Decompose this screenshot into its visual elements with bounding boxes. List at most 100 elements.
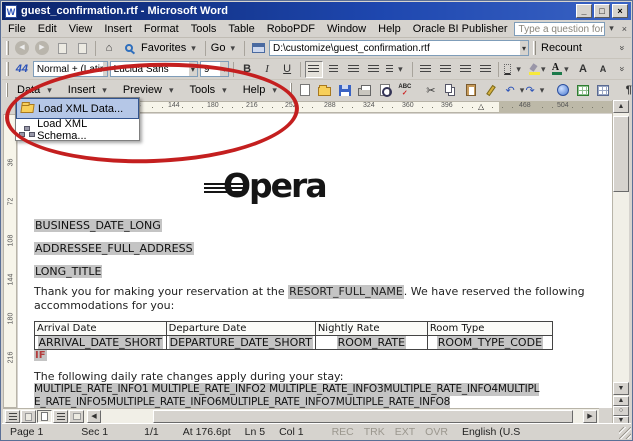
menubar-close-icon[interactable]: ×	[618, 24, 631, 34]
field-room-rate[interactable]: ROOM_RATE	[337, 336, 407, 349]
decrease-indent-button[interactable]	[456, 61, 474, 78]
menu-item-load-xml-data[interactable]: Load XML Data...	[16, 98, 139, 119]
print-layout-view-button[interactable]	[37, 410, 52, 423]
bip-insert-menu-button[interactable]: Insert▾	[63, 82, 116, 98]
vertical-scrollbar[interactable]: ▲ ▼ ▲ ○ ▼	[612, 100, 629, 425]
field-departure-date[interactable]: DEPARTURE_DATE_SHORT	[169, 336, 313, 349]
select-browse-object-button[interactable]: ○	[613, 406, 629, 416]
recount-button[interactable]: Recount	[540, 40, 583, 57]
print-preview-button[interactable]	[376, 82, 394, 99]
new-document-button[interactable]	[296, 82, 314, 99]
status-trk-toggle[interactable]: TRK	[364, 426, 385, 438]
align-center-button[interactable]	[325, 61, 343, 78]
outline-view-button[interactable]	[53, 410, 68, 423]
highlight-button[interactable]: ▾	[528, 61, 551, 78]
spelling-button[interactable]: ABC✓	[396, 82, 414, 99]
scroll-up-button[interactable]: ▲	[613, 100, 629, 113]
menu-tools[interactable]: Tools	[185, 21, 223, 37]
stop-button[interactable]	[53, 40, 71, 57]
web-layout-view-button[interactable]	[21, 410, 36, 423]
normal-view-button[interactable]	[5, 410, 20, 423]
refresh-button[interactable]	[73, 40, 91, 57]
field-long-title[interactable]: LONG_TITLE	[34, 265, 102, 278]
horizontal-scroll-thumb[interactable]	[153, 410, 573, 423]
help-question-input[interactable]: Type a question for help	[514, 22, 606, 36]
bip-tools-menu-button[interactable]: Tools▾	[184, 82, 235, 98]
insert-table-button[interactable]	[594, 82, 612, 99]
indent-marker[interactable]: △	[478, 102, 484, 111]
address-dropdown-icon[interactable]: ▾	[520, 41, 528, 55]
minimize-button[interactable]: _	[576, 4, 592, 18]
vertical-ruler[interactable]: 36 72 108 144 180 216	[3, 114, 17, 408]
cut-button[interactable]: ✂	[422, 82, 440, 99]
styles-and-formatting-button[interactable]: 44	[13, 61, 31, 78]
borders-button[interactable]: ▾	[503, 61, 526, 78]
increase-indent-button[interactable]	[476, 61, 494, 78]
address-bar[interactable]: D:\customize\guest_confirmation.rtf ▾	[269, 40, 529, 56]
favorites-button[interactable]: Favorites ▾	[140, 40, 201, 57]
show-formatting-marks-button[interactable]: ¶	[620, 82, 633, 99]
bip-help-menu-button[interactable]: Help▾	[238, 82, 286, 98]
horizontal-scrollbar[interactable]: ◀ ▶	[3, 408, 599, 424]
home-button[interactable]: ⌂	[100, 40, 118, 57]
style-select[interactable]: Normal + (Latir ▾	[33, 61, 108, 77]
search-web-button[interactable]	[120, 40, 138, 57]
status-rec-toggle[interactable]: REC	[332, 426, 354, 438]
insert-hyperlink-button[interactable]	[554, 82, 572, 99]
scroll-right-button[interactable]: ▶	[583, 410, 597, 423]
reading-layout-button[interactable]	[69, 410, 84, 423]
toolbar-options-icon[interactable]: »	[617, 41, 627, 54]
toolbar-grip[interactable]	[6, 83, 8, 97]
field-business-date[interactable]: BUSINESS_DATE_LONG	[34, 219, 162, 232]
redo-button[interactable]: ↷▾	[528, 82, 546, 99]
toolbar-options-icon[interactable]: »	[618, 62, 628, 75]
menu-insert[interactable]: Insert	[98, 21, 138, 37]
shrink-font-button[interactable]: A	[594, 61, 612, 78]
toolbar-grip[interactable]	[533, 41, 536, 55]
menu-table[interactable]: Table	[222, 21, 260, 37]
font-color-button[interactable]: A▾	[553, 61, 572, 78]
menu-robopdf[interactable]: RoboPDF	[261, 21, 321, 37]
line-spacing-button[interactable]: ▾	[385, 61, 408, 78]
toolbar-grip[interactable]	[6, 41, 9, 55]
menu-item-load-xml-schema[interactable]: Load XML Schema...	[16, 119, 139, 140]
align-right-button[interactable]	[345, 61, 363, 78]
field-resort-name[interactable]: RESORT_FULL_NAME	[288, 285, 404, 299]
font-dropdown-icon[interactable]: ▾	[189, 62, 197, 76]
forward-button[interactable]: ▶	[33, 40, 51, 57]
show-web-toolbar-button[interactable]	[249, 40, 267, 57]
if-form-field-tag[interactable]: IF	[34, 350, 47, 361]
help-dropdown-arrow-icon[interactable]: ▾	[605, 23, 618, 34]
resize-grip[interactable]	[619, 427, 631, 439]
toolbar-grip[interactable]	[6, 62, 9, 76]
grow-font-button[interactable]: A	[574, 61, 592, 78]
style-dropdown-icon[interactable]: ▾	[103, 62, 107, 76]
close-button[interactable]: ×	[612, 4, 628, 18]
maximize-button[interactable]: □	[594, 4, 610, 18]
field-addressee-address[interactable]: ADDRESSEE_FULL_ADDRESS	[34, 242, 194, 255]
open-button[interactable]	[316, 82, 334, 99]
field-multiple-rate-info[interactable]: MULTIPLE_RATE_INFO1 MULTIPLE_RATE_INFO2 …	[34, 383, 539, 408]
paste-button[interactable]	[462, 82, 480, 99]
font-select[interactable]: Lucida Sans ▾	[110, 61, 198, 77]
menu-oracle-bi-publisher[interactable]: Oracle BI Publisher	[407, 21, 514, 37]
insert-excel-worksheet-button[interactable]	[574, 82, 592, 99]
bip-preview-menu-button[interactable]: Preview▾	[118, 82, 183, 98]
field-arrival-date[interactable]: ARRIVAL_DATE_SHORT	[38, 336, 164, 349]
browse-previous-button[interactable]: ▲	[613, 396, 629, 406]
save-button[interactable]	[336, 82, 354, 99]
menu-help[interactable]: Help	[372, 21, 407, 37]
bip-data-menu-button[interactable]: Data▾	[12, 82, 61, 98]
menu-file[interactable]: File	[2, 21, 32, 37]
align-left-button[interactable]	[305, 61, 323, 78]
numbered-list-button[interactable]	[416, 61, 434, 78]
back-button[interactable]: ◀	[13, 40, 31, 57]
copy-button[interactable]	[442, 82, 460, 99]
document-page[interactable]: Opera BUSINESS_DATE_LONG ADDRESSEE_FULL_…	[18, 114, 612, 408]
field-room-type-code[interactable]: ROOM_TYPE_CODE	[437, 336, 543, 349]
undo-button[interactable]: ↶▾	[508, 82, 526, 99]
menu-format[interactable]: Format	[138, 21, 185, 37]
justify-button[interactable]	[365, 61, 383, 78]
menu-edit[interactable]: Edit	[32, 21, 63, 37]
status-ext-toggle[interactable]: EXT	[395, 426, 415, 438]
